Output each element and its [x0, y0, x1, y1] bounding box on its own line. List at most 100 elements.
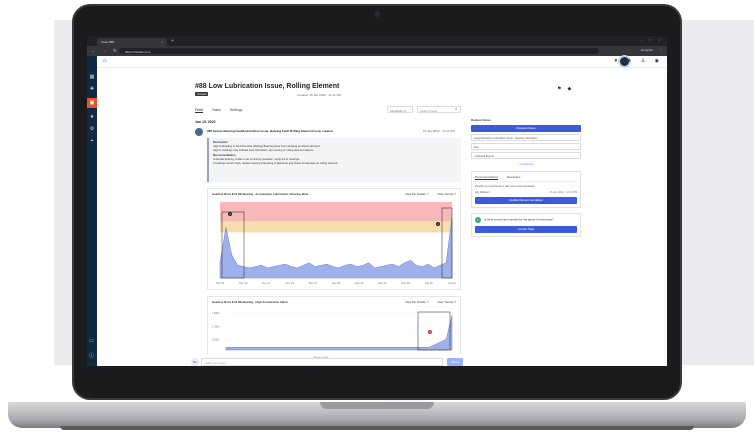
- top-bar: ⌂ ♥ ★ ♙ ◉: [97, 55, 667, 68]
- chart-2: 1.50001.00000.50001: [212, 311, 453, 351]
- location-icon[interactable]: ⌖: [89, 138, 95, 144]
- threshold-band-alert: [220, 202, 452, 221]
- x-tick-label: Dec 22: [378, 281, 387, 285]
- task-card: ✓ Is there a work item needed for the abo…: [471, 213, 581, 237]
- activity-filter-select[interactable]: All Activity ▾: [387, 106, 413, 113]
- x-tick-label: Dec 01: [309, 281, 318, 285]
- assign-field[interactable]: Assign/Gearbox Lubrication Issue · Beari…: [471, 134, 581, 141]
- x-tick-label: Nov 24: [285, 281, 294, 285]
- y-tick-label: 1.5000: [212, 312, 220, 315]
- gear-icon[interactable]: ⚙: [89, 126, 95, 132]
- feed: #88 Severe Bearing Fault/Lubrication Iss…: [193, 126, 465, 354]
- request-issue-button[interactable]: Request Issue: [471, 125, 581, 132]
- grid-icon[interactable]: ▦: [89, 74, 95, 80]
- camera-icon: [374, 11, 380, 17]
- browser-menu-icon[interactable]: ⋮: [659, 48, 663, 53]
- create-task-button[interactable]: Create Task: [475, 226, 577, 233]
- tab-resolution[interactable]: Resolution: [507, 175, 520, 179]
- post-time: 15 Jan 2022 · 11:21 AM: [423, 129, 455, 133]
- avatar: ML: [191, 358, 199, 366]
- x-tick-label: Jan 12: [448, 281, 456, 285]
- y-tick-label: 0.5000: [212, 339, 220, 342]
- view-details-link[interactable]: View Per Details ↗: [405, 192, 429, 196]
- created-date: Created: 15 Jan 2022 · 11:21 AM: [297, 93, 341, 97]
- user-name: Lily Johnson: [475, 191, 490, 194]
- view-trends-link[interactable]: View Trends ↗: [438, 300, 456, 304]
- header-actions: ⚑◆: [557, 86, 577, 92]
- update-recommendation-button[interactable]: Update Recommendation: [475, 197, 577, 204]
- send-button[interactable]: Send: [447, 358, 463, 366]
- feed-date: Jan 15, 2022: [195, 120, 216, 124]
- chart-links: View Per Details ↗ View Trends ↗: [397, 300, 456, 304]
- tab-recommendations[interactable]: Recommendations: [475, 175, 499, 180]
- x-tick-label: Dec 29: [401, 281, 410, 285]
- related-events-field[interactable]: + Related Events: [471, 152, 581, 159]
- address-toolbar: ← → ↻ https://tractian.com Incognito ⋮: [87, 46, 667, 56]
- post-title: #88 Severe Bearing Fault/Lubrication Iss…: [207, 129, 333, 133]
- tab-settings[interactable]: Settings: [230, 108, 243, 112]
- chart-1: Nov 03 Nov 10 Nov 17 Nov 24 Dec 01 Dec 08 Dec …: [216, 202, 456, 285]
- plus-icon[interactable]: ✚: [89, 86, 95, 92]
- chart-card-1: Gearbox Drive End DE Bearing · Accelerat…: [207, 188, 461, 290]
- card-tabs: Recommendations Resolution: [475, 175, 577, 182]
- y-tick-label: 1.0000: [212, 325, 220, 328]
- chart-links: View Per Details ↗ View Trends ↗: [397, 192, 456, 196]
- chart-title: Gearbox Drive End DE Bearing · Accelerat…: [212, 192, 309, 196]
- x-tick-label: Nov 17: [262, 281, 271, 285]
- panel-label: Related Notes: [471, 118, 492, 122]
- x-tick-label: Dec 15: [355, 281, 364, 285]
- add-event-link[interactable]: + Add Event: [471, 162, 581, 166]
- right-panel: Related Notes Request Issue Assign/Gearb…: [471, 118, 581, 237]
- laptop-screen: Issue #88 × + – □ × ← → ↻ https://tracti…: [87, 36, 667, 366]
- tab-feed[interactable]: Feed: [195, 108, 203, 113]
- x-tick-label: Dec 08: [332, 281, 341, 285]
- navigation-buttons[interactable]: ← → ↻: [91, 48, 120, 53]
- view-trends-link[interactable]: View Trends ↗: [438, 192, 456, 196]
- search-icon[interactable]: ⌕: [455, 106, 457, 111]
- card-text: Provide your technician 2 with new recom…: [475, 185, 535, 188]
- post-avatar: [195, 128, 203, 136]
- new-tab-button[interactable]: +: [171, 38, 174, 44]
- left-nav: ▦ ✚ ▣ ★ ⚙ ⌖ ▭ ⓘ: [87, 56, 97, 366]
- laptop-feet: [60, 426, 694, 430]
- tab-tasks[interactable]: Tasks: [212, 108, 221, 112]
- help-icon[interactable]: ⓘ: [89, 352, 94, 359]
- chart-card-2: Gearbox Drive End DE Bearing · High Acce…: [207, 296, 461, 354]
- issues-icon[interactable]: ▣: [87, 98, 97, 108]
- recommendation-card: Recommendations Resolution Provide your …: [471, 171, 581, 208]
- user-time: 15 Jan 2022 · 11:21 PM: [549, 191, 578, 194]
- x-tick-label: Jan 05: [425, 281, 433, 285]
- post-line: If readings remain high, replace bearing…: [213, 162, 339, 166]
- home-icon[interactable]: ⌂: [103, 58, 107, 64]
- x-tick-label: Nov 10: [239, 281, 248, 285]
- due-field[interactable]: Due: [471, 143, 581, 150]
- task-question-text: Is there a work item needed for the abov…: [484, 217, 554, 222]
- chart-title: Gearbox Drive End DE Bearing · High Acce…: [212, 300, 288, 304]
- x-tick-label: Nov 03: [216, 281, 225, 285]
- tab-bar: Feed Tasks Settings: [195, 108, 251, 113]
- view-details-link[interactable]: View Per Details ↗: [405, 300, 429, 304]
- browser-tab-bar: Issue #88 × + – □ ×: [87, 36, 667, 46]
- chat-icon[interactable]: ▭: [89, 338, 94, 344]
- browser-tab-title: Issue #88: [101, 40, 115, 44]
- bell-icon[interactable]: ◆: [567, 86, 577, 92]
- share-icon[interactable]: ⚑: [557, 86, 567, 92]
- url-input[interactable]: https://tractian.com: [119, 48, 599, 54]
- status-badge: Closed: [195, 92, 209, 96]
- issue-title: #88 Low Lubrication Issue, Rolling Eleme…: [195, 83, 340, 90]
- check-icon: ✓: [475, 217, 481, 223]
- comment-input[interactable]: Add a comment...: [201, 358, 443, 366]
- post-body: Description High G-Reading in the Drive …: [207, 138, 461, 182]
- star-icon[interactable]: ★: [89, 114, 95, 120]
- topbar-icons[interactable]: ♥ ★ ♙ ◉: [615, 58, 663, 64]
- threshold-band-warning: [220, 221, 452, 233]
- comment-bar: ML Add a comment... Send: [187, 358, 477, 366]
- incognito-indicator: Incognito: [640, 48, 653, 52]
- window-controls[interactable]: – □ ×: [641, 38, 663, 42]
- browser-tab[interactable]: Issue #88 ×: [97, 38, 167, 46]
- user-row: Lily Johnson 15 Jan 2022 · 11:21 PM: [475, 191, 577, 194]
- app: ▦ ✚ ▣ ★ ⚙ ⌖ ▭ ⓘ ⌂ ♥ ★ ♙ ◉ #88 Low Lubric…: [87, 55, 667, 366]
- task-question: ✓ Is there a work item needed for the abo…: [475, 217, 577, 223]
- laptop-notch: [320, 402, 434, 409]
- close-icon[interactable]: ×: [161, 40, 163, 44]
